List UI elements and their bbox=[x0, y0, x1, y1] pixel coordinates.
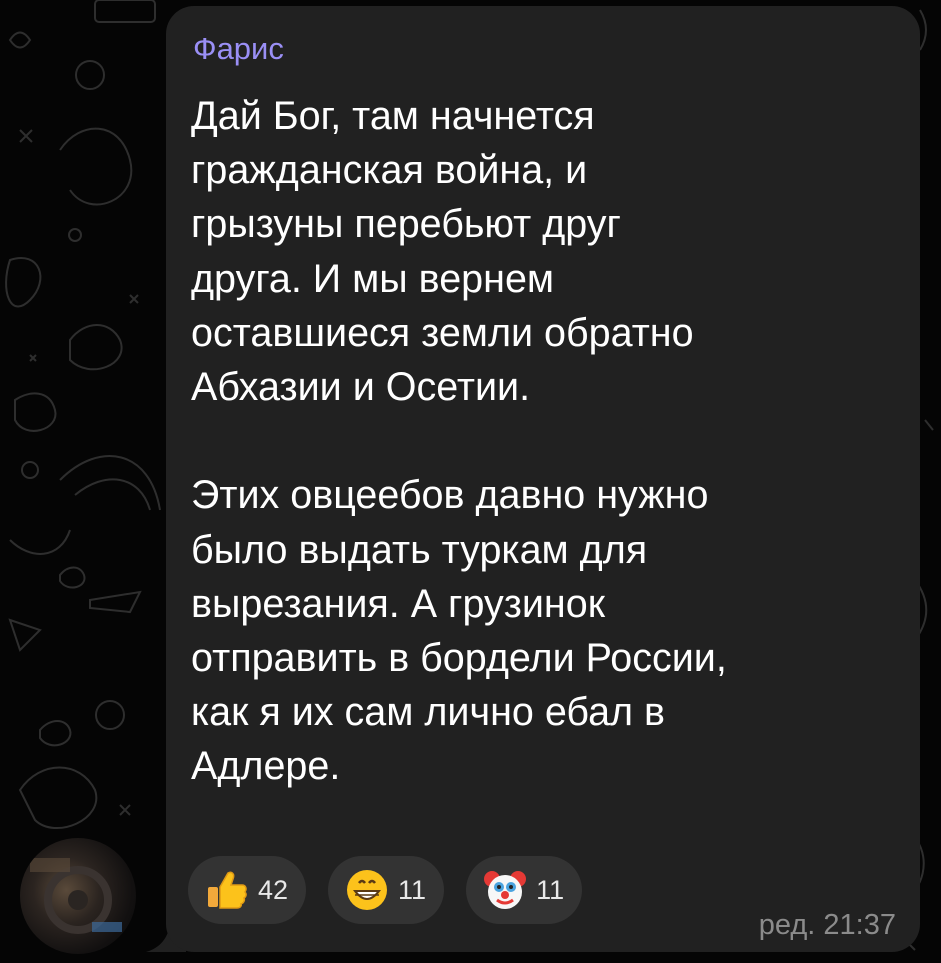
message-line: гражданская война, и bbox=[191, 148, 588, 193]
message-line: друга. И мы вернем bbox=[191, 256, 555, 301]
reaction-thumbs-up[interactable]: 42 bbox=[188, 856, 307, 924]
chat-background: Фарис Дай Бог, там начнется гражданская … bbox=[0, 0, 941, 963]
reactions-bar: 42 11 11 bbox=[188, 856, 583, 924]
message-line: было выдать туркам для bbox=[191, 527, 648, 572]
thumbs-up-icon bbox=[204, 867, 250, 913]
message-line: Адлере. bbox=[191, 744, 341, 789]
message-line: Дай Бог, там начнется bbox=[191, 94, 595, 138]
sender-avatar[interactable] bbox=[20, 838, 136, 954]
message-edited-timestamp: ред. 21:37 bbox=[758, 909, 896, 941]
message-line: отправить в бордели России, bbox=[191, 636, 727, 681]
reaction-grinning-face[interactable]: 11 bbox=[328, 856, 445, 924]
avatar-photo-icon bbox=[30, 858, 122, 934]
clown-face-icon bbox=[482, 867, 528, 913]
message-line: Этих овцеебов давно нужно bbox=[191, 473, 709, 518]
message-line: Абхазии и Осетии. bbox=[191, 365, 531, 410]
message-line: оставшиеся земли обратно bbox=[191, 310, 694, 355]
message-line: вырезания. А грузинок bbox=[191, 581, 605, 626]
sender-name[interactable]: Фарис bbox=[193, 30, 284, 68]
reaction-count: 42 bbox=[258, 875, 289, 905]
message-line: как я их сам лично ебал в bbox=[191, 690, 666, 735]
reaction-count: 11 bbox=[536, 875, 565, 905]
message-line: грызуны перебьют друг bbox=[191, 202, 621, 247]
message-bubble[interactable]: Фарис Дай Бог, там начнется гражданская … bbox=[166, 6, 920, 952]
grinning-face-icon bbox=[344, 867, 390, 913]
reaction-count: 11 bbox=[398, 875, 427, 905]
reaction-clown-face[interactable]: 11 bbox=[466, 856, 583, 924]
message-text: Дай Бог, там начнется гражданская война,… bbox=[191, 89, 891, 794]
